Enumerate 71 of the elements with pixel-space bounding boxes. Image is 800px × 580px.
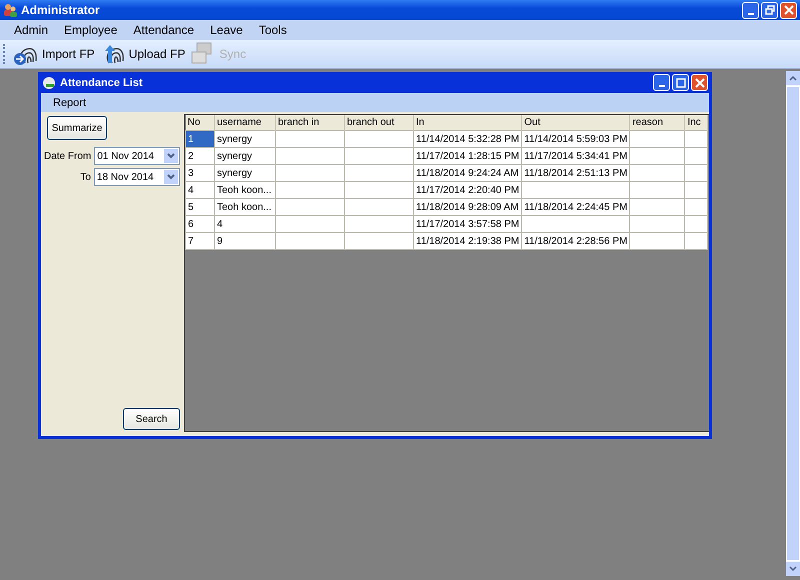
table-cell: 4 (186, 182, 214, 198)
restore-button[interactable] (761, 2, 778, 18)
window-title: Attendance List (60, 76, 143, 88)
toolbar-button[interactable]: Import FP (10, 41, 97, 67)
close-icon (784, 5, 794, 15)
table-cell: 11/17/2014 2:20:40 PM (414, 182, 522, 198)
table-cell: 1 (186, 130, 214, 148)
table-cell: 7 (186, 232, 214, 250)
column-header[interactable]: branch in (276, 115, 344, 130)
column-header[interactable]: username (214, 115, 276, 130)
date-field[interactable]: 01 Nov 2014 (94, 147, 180, 165)
scroll-up-button[interactable] (786, 71, 800, 85)
maximize-icon (676, 78, 686, 88)
table-cell: 11/18/2014 9:24:24 AM (414, 164, 522, 182)
column-header[interactable]: Out (522, 115, 630, 130)
table-cell: synergy (214, 148, 276, 164)
window-title: Administrator (21, 3, 100, 17)
table-cell: Teoh koon... (214, 182, 276, 198)
menu-item[interactable]: Attendance (125, 23, 202, 37)
field-label: To (79, 172, 92, 182)
table-cell: 11/18/2014 9:28:09 AM (414, 198, 522, 216)
field-label: Date From (44, 150, 92, 162)
menu-item[interactable]: Admin (6, 23, 56, 37)
table-cell: 11/18/2014 2:19:38 PM (414, 232, 522, 250)
column-header[interactable]: In (414, 115, 522, 130)
table-cell: Teoh koon... (214, 198, 276, 216)
table-cell: 11/18/2014 2:51:13 PM (522, 164, 630, 182)
table-cell: 2 (186, 148, 214, 164)
minimize-icon (748, 12, 754, 14)
close-button[interactable] (780, 2, 797, 18)
minimize-button[interactable] (742, 2, 759, 18)
table-cell: 3 (186, 164, 214, 182)
scroll-down-button[interactable] (786, 562, 800, 576)
chevron-icon (789, 566, 797, 572)
column-header[interactable]: branch out (344, 115, 414, 130)
table-cell: 11/14/2014 5:32:28 PM (414, 130, 522, 148)
minimize-icon (658, 85, 664, 87)
dropdown-button[interactable] (164, 170, 178, 184)
table-cell: 6 (186, 216, 214, 232)
menu-item[interactable]: Report (45, 96, 94, 108)
maximize-button[interactable] (672, 74, 689, 91)
table-cell: 4 (214, 216, 276, 232)
column-header[interactable]: No (186, 115, 214, 130)
search-button[interactable]: Search (123, 408, 180, 430)
table-cell: 11/18/2014 2:24:45 PM (522, 198, 630, 216)
table-cell: synergy (214, 164, 276, 182)
chevron-icon (167, 153, 175, 159)
column-header[interactable]: reason (630, 115, 685, 130)
table-cell: 11/14/2014 5:59:03 PM (522, 130, 630, 148)
table-cell: 5 (186, 198, 214, 216)
dropdown-button[interactable] (164, 149, 178, 163)
table-cell: 11/17/2014 1:28:15 PM (414, 148, 522, 164)
menu-item[interactable]: Leave (202, 23, 251, 37)
toolbar-button[interactable]: Upload FP (96, 41, 188, 67)
menu-item[interactable]: Employee (56, 23, 126, 37)
table-cell: synergy (214, 130, 276, 148)
chevron-icon (167, 174, 175, 180)
table-cell: 11/17/2014 3:57:58 PM (414, 216, 522, 232)
close-icon (694, 78, 704, 88)
chevron-icon (789, 75, 797, 81)
table-cell: 11/18/2014 2:28:56 PM (522, 232, 630, 250)
summarize-button[interactable]: Summarize (47, 116, 107, 140)
close-button[interactable] (691, 74, 708, 91)
date-field[interactable]: 18 Nov 2014 (94, 168, 180, 186)
minimize-button[interactable] (653, 74, 670, 91)
menu-item[interactable]: Tools (250, 23, 295, 37)
app-icon (42, 76, 56, 90)
people-icon (3, 3, 17, 17)
restore-icon (764, 5, 774, 15)
table-cell: 9 (214, 232, 276, 250)
table-cell: 11/17/2014 5:34:41 PM (522, 148, 630, 164)
